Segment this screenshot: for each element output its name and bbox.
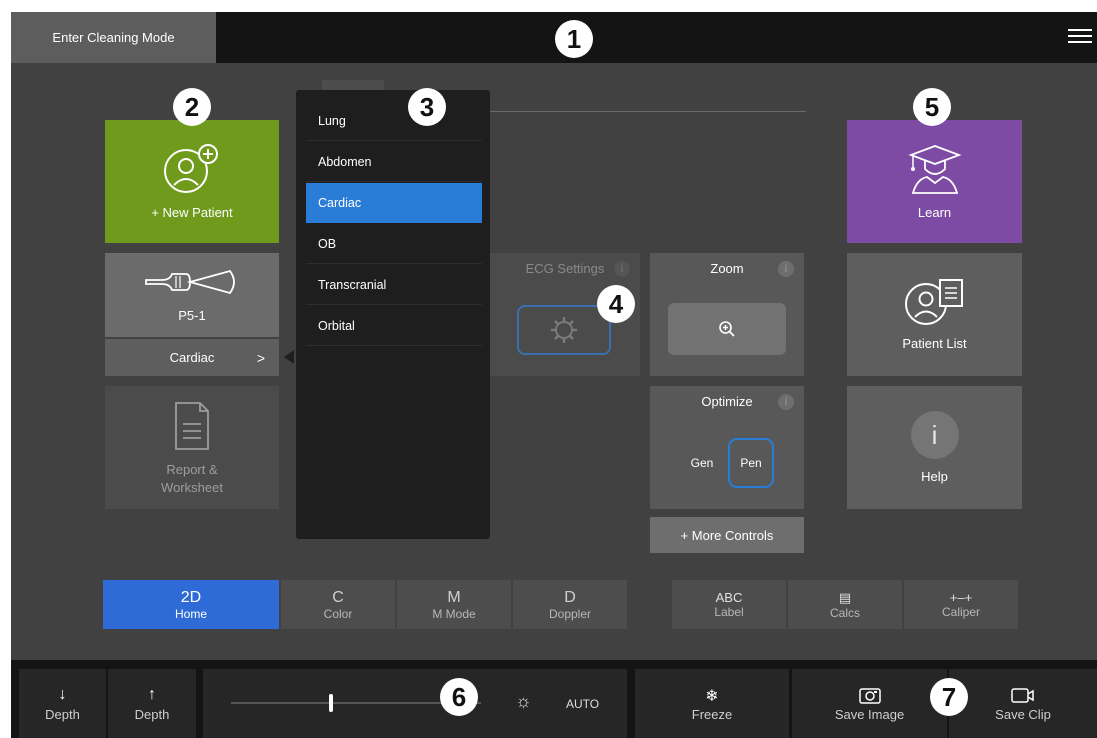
ecg-info-icon[interactable]: i <box>614 261 630 277</box>
callout-3: 3 <box>408 88 446 126</box>
calcs-tool-label: Calcs <box>829 605 860 620</box>
menu-item-transcranial[interactable]: Transcranial <box>306 265 482 305</box>
report-label-line2: Worksheet <box>161 480 223 495</box>
callout-7: 7 <box>930 678 968 716</box>
patient-list-icon <box>904 279 963 325</box>
mode-m-label: M Mode <box>432 606 476 621</box>
callout-5: 5 <box>913 88 951 126</box>
tab-stub <box>322 80 384 90</box>
report-worksheet-tile[interactable]: Report & Worksheet <box>105 386 279 509</box>
mode-doppler-label: Doppler <box>548 606 592 621</box>
add-patient-icon <box>164 144 218 193</box>
arrow-down-icon: ↓ <box>58 685 67 703</box>
mode-2d-key: 2D <box>180 588 202 606</box>
learn-tile[interactable]: Learn <box>847 120 1022 243</box>
optimize-panel: Optimize i Gen Pen <box>650 386 804 509</box>
callout-4: 4 <box>597 285 635 323</box>
camera-icon <box>858 687 881 704</box>
arrow-up-icon: ↑ <box>148 685 156 703</box>
depth-decrease-label: Depth <box>45 706 80 722</box>
menu-item-abdomen[interactable]: Abdomen <box>306 142 482 182</box>
gain-panel: ☼ AUTO <box>203 669 627 738</box>
depth-increase-button[interactable]: ↑ Depth <box>108 669 196 738</box>
save-clip-label: Save Clip <box>995 706 1051 722</box>
freeze-label: Freeze <box>691 706 733 722</box>
mode-color-button[interactable]: C Color <box>281 580 395 629</box>
freeze-button[interactable]: ❄ Freeze <box>635 669 789 738</box>
transducer-tile[interactable]: P5-1 <box>105 253 279 337</box>
optimize-gen-button[interactable]: Gen <box>680 438 724 488</box>
chevron-right-icon: > <box>256 349 265 366</box>
save-image-button[interactable]: Save Image <box>792 669 947 738</box>
gain-slider-thumb[interactable] <box>329 694 333 712</box>
document-icon <box>175 402 209 450</box>
help-label: Help <box>921 469 948 484</box>
patient-list-tile[interactable]: Patient List <box>847 253 1022 376</box>
zoom-info-icon[interactable]: i <box>778 261 794 277</box>
snowflake-icon: ❄ <box>705 687 719 705</box>
graduation-icon <box>907 145 962 194</box>
cleaning-mode-button[interactable]: Enter Cleaning Mode <box>11 12 216 63</box>
gear-icon <box>551 317 577 343</box>
mode-m-key: M <box>447 588 461 606</box>
optimize-info-icon[interactable]: i <box>778 394 794 410</box>
learn-label: Learn <box>917 205 952 220</box>
mode-m-button[interactable]: M M Mode <box>397 580 511 629</box>
caliper-tool-button[interactable]: +–+ Caliper <box>904 580 1018 629</box>
exam-type-menu: Lung Abdomen Cardiac OB Transcranial Orb… <box>296 90 490 539</box>
transducer-label: P5-1 <box>178 307 206 323</box>
menu-item-cardiac[interactable]: Cardiac <box>306 183 482 223</box>
callout-2: 2 <box>173 88 211 126</box>
mode-2d-button[interactable]: 2D Home <box>103 580 279 629</box>
label-tool-button[interactable]: ABC Label <box>672 580 786 629</box>
ecg-settings-title: ECG Settings <box>525 260 605 276</box>
info-icon: i <box>910 411 959 459</box>
caliper-icon: +–+ <box>949 590 973 605</box>
new-patient-tile[interactable]: + New Patient <box>105 120 279 243</box>
new-patient-label: + New Patient <box>151 205 233 220</box>
callout-1: 1 <box>555 20 593 58</box>
mode-2d-label: Home <box>174 606 207 621</box>
exam-selector[interactable]: Cardiac > <box>105 339 279 376</box>
label-tool-label: Label <box>714 605 744 619</box>
more-controls-button[interactable]: + More Controls <box>650 517 804 553</box>
auto-gain-button[interactable]: AUTO <box>566 697 599 711</box>
optimize-pen-button[interactable]: Pen <box>728 438 774 488</box>
zoom-button[interactable] <box>668 303 786 355</box>
zoom-in-icon <box>719 321 735 337</box>
save-image-label: Save Image <box>834 706 905 722</box>
help-tile[interactable]: i Help <box>847 386 1022 509</box>
video-icon <box>1011 687 1034 703</box>
transducer-icon <box>145 269 235 294</box>
menu-pointer-arrow <box>284 350 294 364</box>
depth-increase-label: Depth <box>134 706 170 722</box>
calcs-tool-button[interactable]: ▤ Calcs <box>788 580 902 629</box>
mode-doppler-key: D <box>564 588 576 606</box>
menu-item-lung[interactable]: Lung <box>306 101 482 141</box>
callout-6: 6 <box>440 678 478 716</box>
save-clip-button[interactable]: Save Clip <box>949 669 1097 738</box>
patient-list-label: Patient List <box>902 336 967 351</box>
mode-doppler-button[interactable]: D Doppler <box>513 580 627 629</box>
ecg-settings-button[interactable] <box>517 305 611 355</box>
calculator-icon: ▤ <box>838 589 852 605</box>
brightness-icon: ☼ <box>515 691 532 711</box>
hamburger-icon[interactable] <box>1068 29 1092 45</box>
label-icon: ABC <box>715 590 743 605</box>
mode-color-label: Color <box>323 606 353 621</box>
caliper-tool-label: Caliper <box>941 605 980 619</box>
mode-color-key: C <box>332 588 344 606</box>
exam-selector-label: Cardiac <box>169 350 215 365</box>
menu-item-ob[interactable]: OB <box>306 224 482 264</box>
zoom-panel: Zoom i <box>650 253 804 376</box>
report-label-line1: Report & <box>166 462 218 477</box>
menu-item-orbital[interactable]: Orbital <box>306 306 482 346</box>
depth-decrease-button[interactable]: ↓ Depth <box>19 669 106 738</box>
